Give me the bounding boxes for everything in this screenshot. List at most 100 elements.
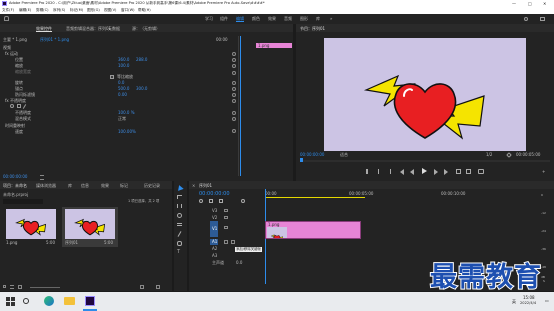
workspace-tab-assembly[interactable]: 组件 — [220, 16, 228, 21]
project-item-thumbnail[interactable] — [6, 209, 56, 239]
type-tool-icon[interactable]: T — [177, 249, 180, 255]
timeline-clip[interactable]: 1.png — [265, 221, 361, 239]
timeline-settings-icon[interactable] — [241, 199, 245, 203]
go-to-in-icon[interactable] — [400, 169, 404, 175]
workspace-tab-edit[interactable]: 编辑 — [236, 16, 244, 21]
position-x[interactable]: 360.0 — [118, 57, 129, 62]
workspace-tab-effects[interactable]: 效果 — [268, 16, 276, 21]
clock-date[interactable]: 2022/4/4 — [520, 301, 536, 306]
program-playhead-marker[interactable] — [300, 158, 303, 162]
premiere-taskbar-icon[interactable] — [85, 296, 95, 306]
step-forward-icon[interactable] — [434, 169, 438, 175]
opacity-value[interactable]: 100.0 % — [118, 110, 135, 115]
track-select-tool-icon[interactable] — [177, 195, 182, 199]
go-to-out-icon[interactable] — [444, 169, 448, 175]
menu-edit[interactable]: 编辑(E) — [19, 8, 31, 13]
notification-icon[interactable] — [540, 17, 545, 21]
play-icon[interactable] — [422, 168, 427, 174]
close-button[interactable]: ✕ — [543, 1, 546, 6]
minimize-button[interactable]: — — [512, 1, 516, 6]
project-search-input[interactable] — [3, 199, 43, 204]
tab-effect-controls[interactable]: 效果控件 — [36, 26, 52, 31]
time-remap[interactable]: 时间重映射 — [5, 123, 25, 128]
search-taskbar-icon[interactable] — [23, 298, 29, 304]
tab-info[interactable]: 信息 — [81, 183, 89, 188]
windows-start-icon[interactable] — [6, 297, 15, 306]
timeline-close-icon[interactable]: × — [192, 183, 195, 188]
input-language[interactable]: 英 — [512, 299, 516, 304]
new-item-icon[interactable] — [140, 285, 144, 289]
slip-tool-icon[interactable] — [177, 223, 182, 226]
icon-view-icon[interactable] — [18, 285, 22, 289]
workspace-tab-learn[interactable]: 学习 — [205, 16, 213, 21]
fx-motion[interactable]: fx 运动 — [5, 51, 18, 56]
export-frame-icon[interactable] — [478, 169, 484, 174]
reset-icon[interactable] — [232, 93, 236, 97]
reset-icon[interactable] — [232, 111, 236, 115]
sequence-item-name[interactable]: 序列01 — [65, 240, 78, 245]
menu-file[interactable]: 文件(F) — [2, 8, 14, 13]
snap-icon[interactable] — [199, 199, 203, 203]
reset-icon[interactable] — [232, 52, 236, 56]
workspace-tab-color[interactable]: 颜色 — [252, 16, 260, 21]
solo-icon[interactable] — [231, 240, 235, 244]
menu-window[interactable]: 窗口(W) — [121, 8, 135, 13]
extract-icon[interactable] — [466, 169, 471, 174]
master-value[interactable]: 0.0 — [236, 260, 242, 265]
track-a2[interactable]: A2 — [212, 246, 217, 251]
anchor-y[interactable]: 300.0 — [136, 86, 147, 91]
filter-icon[interactable] — [40, 175, 44, 180]
tab-effects[interactable]: 效果 — [101, 183, 109, 188]
toggle-output-icon[interactable] — [224, 226, 228, 229]
menu-clip[interactable]: 剪辑(C) — [36, 8, 49, 13]
speed-value[interactable]: 100.00% — [118, 129, 136, 134]
pen-icon[interactable] — [22, 104, 27, 109]
toggle-output-icon[interactable] — [224, 216, 228, 219]
timeline-title[interactable]: 序列01 — [199, 183, 212, 188]
track-v1[interactable]: V1 — [212, 226, 217, 231]
fit-dropdown[interactable]: 适合 — [340, 152, 348, 157]
ec-footer-time[interactable]: 00:00:00:00 — [3, 174, 27, 179]
track-v2[interactable]: V2 — [212, 215, 217, 220]
fx-opacity[interactable]: fx 不透明度 — [5, 98, 26, 103]
source-label[interactable]: 主要 * 1.png — [3, 37, 27, 42]
list-view-icon[interactable] — [10, 285, 14, 289]
scale-value[interactable]: 100.0 — [118, 63, 129, 68]
work-area-bar[interactable] — [265, 197, 365, 198]
file-explorer-icon[interactable] — [64, 297, 75, 305]
tab-project[interactable]: 项目：未命名 — [3, 183, 27, 188]
tab-metadata[interactable]: 元数据 — [108, 26, 120, 31]
uniform-scale-checkbox[interactable] — [110, 75, 114, 79]
mark-in-icon[interactable] — [378, 169, 381, 174]
workspace-more[interactable]: » — [330, 16, 332, 21]
clock-time[interactable]: 15:08 — [523, 295, 535, 300]
program-timecode[interactable]: 00:00:00:00 — [300, 152, 324, 157]
trash-icon[interactable] — [156, 285, 160, 289]
reset-icon[interactable] — [232, 129, 236, 133]
wrench-icon[interactable] — [506, 152, 512, 158]
mask-ellipse-icon[interactable] — [10, 104, 14, 108]
lock-icon[interactable] — [3, 285, 6, 288]
menu-graphics[interactable]: 图形(G) — [87, 8, 100, 13]
sequence-thumbnail[interactable] — [65, 209, 115, 239]
timeline-timecode[interactable]: 00:00:00:00 — [199, 191, 230, 197]
reset-icon[interactable] — [232, 81, 236, 85]
selection-tool-icon[interactable] — [176, 184, 184, 191]
menu-view[interactable]: 视图(V) — [104, 8, 116, 13]
reset-icon[interactable] — [232, 87, 236, 91]
tab-history[interactable]: 历史记录 — [144, 183, 160, 188]
anchor-x[interactable]: 500.0 — [118, 86, 129, 91]
program-monitor-title[interactable]: 节目：序列01 — [300, 26, 325, 31]
reset-icon[interactable] — [232, 99, 236, 103]
step-back-icon[interactable] — [410, 169, 414, 175]
add-marker-timeline-icon[interactable] — [219, 199, 223, 203]
reset-icon[interactable] — [232, 58, 236, 62]
edge-browser-icon[interactable] — [44, 296, 54, 306]
tab-media-browser[interactable]: 媒体浏览器 — [36, 183, 56, 188]
ec-playhead[interactable] — [240, 36, 241, 176]
position-y[interactable]: 288.0 — [136, 57, 147, 62]
tab-audio-mixer[interactable]: 音频剪辑混合器：序列01 — [66, 26, 111, 31]
mark-out-icon[interactable] — [388, 169, 391, 174]
pen-tool-icon[interactable] — [177, 231, 182, 237]
quality-dropdown[interactable]: 1/2 — [486, 152, 492, 157]
